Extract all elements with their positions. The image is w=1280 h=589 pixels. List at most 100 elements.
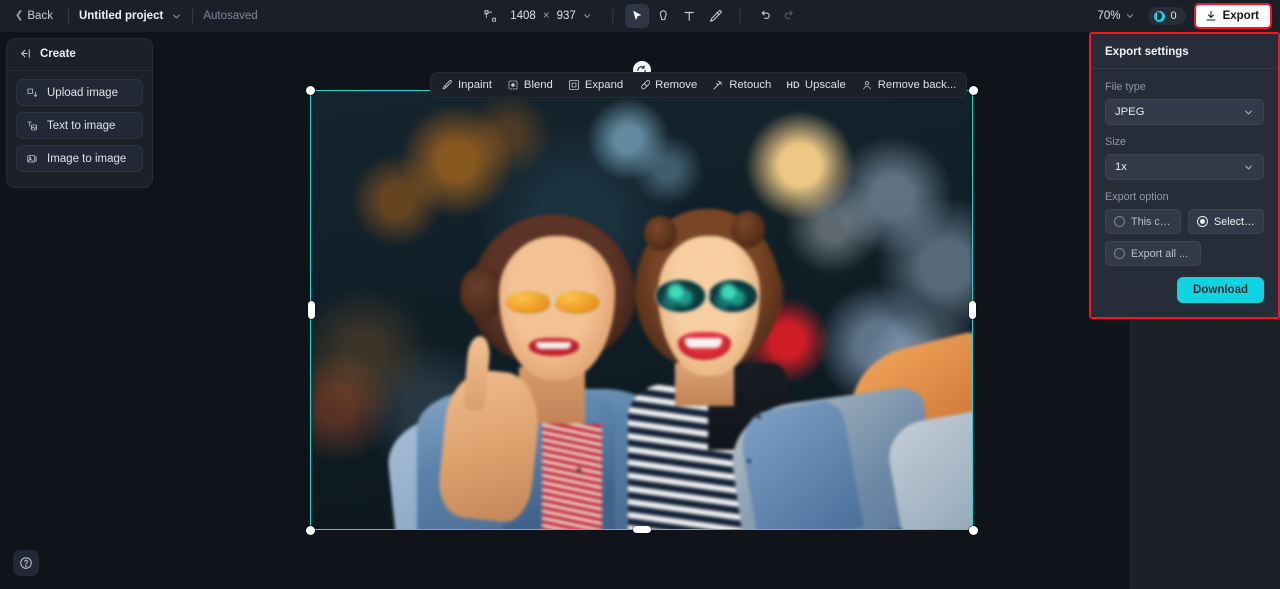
credits-count: 0	[1170, 10, 1177, 22]
export-option-export-all-label: Export all ...	[1131, 247, 1189, 260]
brush-icon[interactable]	[703, 4, 727, 28]
tool-expand[interactable]: Expand	[561, 75, 630, 95]
canvas-floating-toolbar: Inpaint Blend Expand Remove Retouch HD U…	[430, 72, 968, 98]
resize-handle-top-left[interactable]	[305, 85, 315, 95]
export-option-this-canvas[interactable]: This canvas	[1105, 209, 1181, 234]
resize-handle-left[interactable]	[307, 301, 315, 319]
canvas-area[interactable]: Inpaint Blend Expand Remove Retouch HD U…	[0, 32, 1130, 589]
autosave-status: Autosaved	[203, 10, 258, 22]
tool-retouch-label: Retouch	[729, 79, 772, 91]
size-value: 1x	[1115, 161, 1127, 173]
export-settings-panel: Export settings File type JPEG Size 1x E…	[1089, 32, 1280, 319]
resize-handle-bottom-left[interactable]	[305, 525, 315, 535]
export-settings-title: Export settings	[1091, 34, 1278, 69]
blend-icon	[507, 79, 519, 91]
retouch-icon	[712, 79, 724, 91]
credit-coin-icon	[1154, 10, 1166, 22]
question-mark-icon	[20, 557, 32, 569]
sidebar-item-upload-image[interactable]: Upload image	[16, 79, 143, 106]
back-button[interactable]: ❮ Back	[10, 7, 58, 25]
header-divider-3	[611, 8, 613, 24]
redo-icon[interactable]	[778, 4, 802, 28]
chevron-down-icon	[1245, 110, 1252, 114]
zoom-level-control[interactable]: 70%	[1092, 7, 1140, 25]
header-tool-group: 1408 × 937	[478, 0, 802, 32]
file-type-select[interactable]: JPEG	[1105, 99, 1264, 125]
remove-background-icon	[861, 79, 873, 91]
download-button-row: Download	[1105, 277, 1264, 303]
expand-icon	[568, 79, 580, 91]
help-button[interactable]	[13, 550, 39, 576]
download-button[interactable]: Download	[1177, 277, 1264, 303]
tool-expand-label: Expand	[584, 79, 624, 91]
chevron-left-icon: ❮	[15, 10, 24, 21]
tool-blend-label: Blend	[523, 79, 553, 91]
export-option-selected-layer-label: Selected l...	[1214, 215, 1255, 228]
sidebar-item-image-to-image-label: Image to image	[47, 152, 127, 165]
tool-inpaint[interactable]: Inpaint	[434, 75, 499, 95]
chevron-down-icon	[1127, 14, 1134, 18]
canvas-height-value: 937	[556, 10, 576, 22]
export-option-this-canvas-label: This canvas	[1131, 215, 1172, 228]
sidebar-title: Create	[40, 47, 76, 60]
export-option-label: Export option	[1105, 191, 1169, 203]
export-option-row-2: Export all ...	[1105, 241, 1264, 266]
radio-selected-icon	[1197, 216, 1208, 227]
selected-layer-frame[interactable]	[305, 61, 978, 535]
size-select[interactable]: 1x	[1105, 154, 1264, 180]
header-divider-2	[192, 8, 194, 24]
collapse-panel-icon[interactable]	[19, 47, 32, 60]
radio-icon	[1114, 248, 1125, 259]
tool-retouch[interactable]: Retouch	[705, 75, 778, 95]
canvas-image[interactable]	[311, 91, 972, 529]
file-type-label: File type	[1105, 81, 1146, 93]
export-option-selected-layer[interactable]: Selected l...	[1188, 209, 1264, 234]
export-settings-body: File type JPEG Size 1x Export option Thi…	[1091, 69, 1278, 303]
upload-image-icon	[26, 87, 38, 99]
hand-icon[interactable]	[651, 4, 675, 28]
resize-handle-bottom[interactable]	[632, 525, 651, 533]
chevron-down-icon	[1245, 165, 1252, 169]
zoom-level-value: 70%	[1097, 10, 1121, 22]
undo-icon[interactable]	[752, 4, 776, 28]
remove-icon	[638, 79, 651, 91]
upscale-hd-icon: HD	[786, 80, 800, 90]
tool-remove[interactable]: Remove	[631, 75, 704, 95]
export-button-label: Export	[1222, 10, 1259, 22]
export-button[interactable]: Export	[1193, 3, 1272, 29]
text-icon[interactable]	[677, 4, 701, 28]
export-option-row-1: This canvas Selected l...	[1105, 209, 1264, 234]
project-name[interactable]: Untitled project	[79, 10, 163, 22]
tool-blend[interactable]: Blend	[500, 75, 560, 95]
select-cursor-icon[interactable]	[624, 4, 649, 28]
header-divider-4	[738, 8, 740, 24]
tool-upscale[interactable]: HD Upscale	[779, 75, 852, 95]
tool-remove-background-label: Remove back...	[877, 79, 957, 91]
export-option-export-all[interactable]: Export all ...	[1105, 241, 1201, 266]
image-to-image-icon	[26, 153, 38, 165]
project-menu-chevron-down-icon[interactable]	[171, 11, 182, 22]
resize-handle-bottom-right[interactable]	[968, 525, 978, 535]
credits-indicator[interactable]: 0	[1148, 7, 1186, 25]
sidebar-item-text-to-image[interactable]: Text to image	[16, 112, 143, 139]
photo-composition	[311, 91, 972, 529]
header-left-group: ❮ Back Untitled project Autosaved	[0, 0, 258, 32]
sidebar-item-text-to-image-label: Text to image	[47, 119, 116, 132]
chevron-down-icon	[583, 14, 590, 18]
sidebar-item-upload-image-label: Upload image	[47, 86, 118, 99]
canvas-size-separator: ×	[542, 10, 550, 22]
back-button-label: Back	[27, 10, 53, 22]
tool-inpaint-label: Inpaint	[458, 79, 492, 91]
frame-icon[interactable]	[478, 4, 502, 28]
tool-remove-background[interactable]: Remove back...	[854, 75, 963, 95]
header-divider-1	[67, 8, 69, 24]
tool-upscale-label: Upscale	[804, 79, 846, 91]
file-type-value: JPEG	[1115, 106, 1145, 118]
resize-handle-right[interactable]	[968, 301, 976, 319]
canvas-size-control[interactable]: 1408 × 937	[504, 7, 598, 25]
photo-subjects	[311, 91, 972, 529]
top-header: ❮ Back Untitled project Autosaved 1408 ×…	[0, 0, 1280, 32]
resize-handle-top-right[interactable]	[968, 85, 978, 95]
text-to-image-icon	[26, 120, 38, 132]
sidebar-item-image-to-image[interactable]: Image to image	[16, 145, 143, 172]
